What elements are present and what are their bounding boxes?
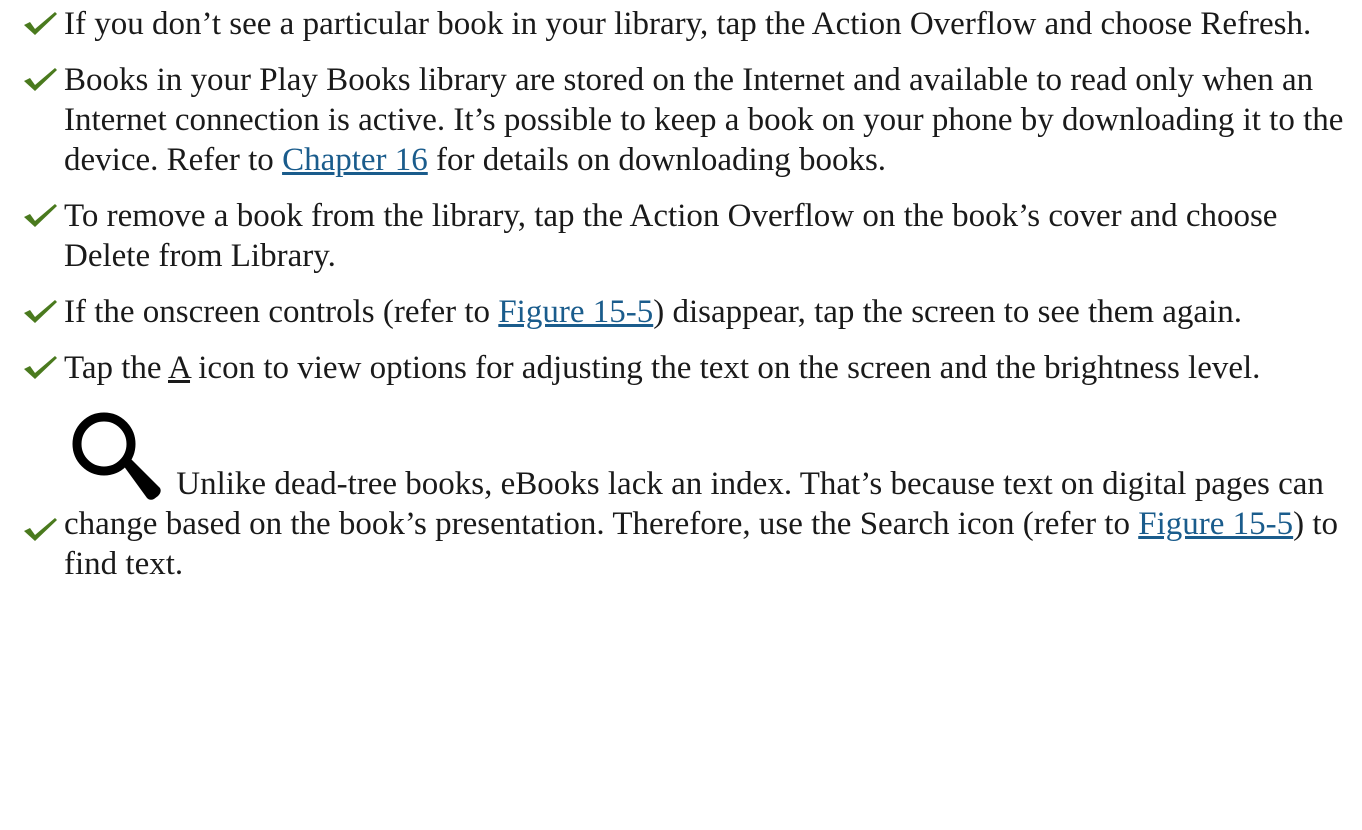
figure-15-5-link[interactable]: Figure 15-5 [498,294,653,330]
list-item-text: To remove a book from the library, tap t… [64,198,1278,274]
list-item-text: ) disappear, tap the screen to see them … [653,294,1242,330]
checkmark-bullet-icon [24,356,57,379]
checkmark-bullet-icon [24,518,57,541]
list-item: Books in your Play Books library are sto… [22,60,1352,180]
list-item: If the onscreen controls (refer to Figur… [22,292,1352,332]
list-item-text: If you don’t see a particular book in yo… [64,6,1312,42]
checkmark-bullet-icon [24,68,57,91]
search-icon [72,412,161,500]
chapter-16-link[interactable]: Chapter 16 [282,142,428,178]
list-item-text: Unlike dead-tree books, eBooks lack an i… [64,466,1324,542]
list-item-text: for details on downloading books. [427,142,887,178]
list-item-text: If the onscreen controls (refer to [64,294,499,330]
list-item: To remove a book from the library, tap t… [22,196,1352,276]
figure-15-5-link[interactable]: Figure 15-5 [1138,506,1293,542]
text-options-a-icon: A [168,350,191,386]
list-item: Tap the A icon to view options for adjus… [22,348,1352,388]
checkmark-bullet-icon [24,300,57,323]
bullet-list: If you don’t see a particular book in yo… [22,4,1352,584]
list-item-text: Tap the [64,350,168,386]
checkmark-bullet-icon [24,204,57,227]
list-item-text: icon to view options for adjusting the t… [190,350,1261,386]
list-item: If you don’t see a particular book in yo… [22,4,1352,44]
list-item: Unlike dead-tree books, eBooks lack an i… [22,408,1352,584]
checkmark-bullet-icon [24,12,57,35]
